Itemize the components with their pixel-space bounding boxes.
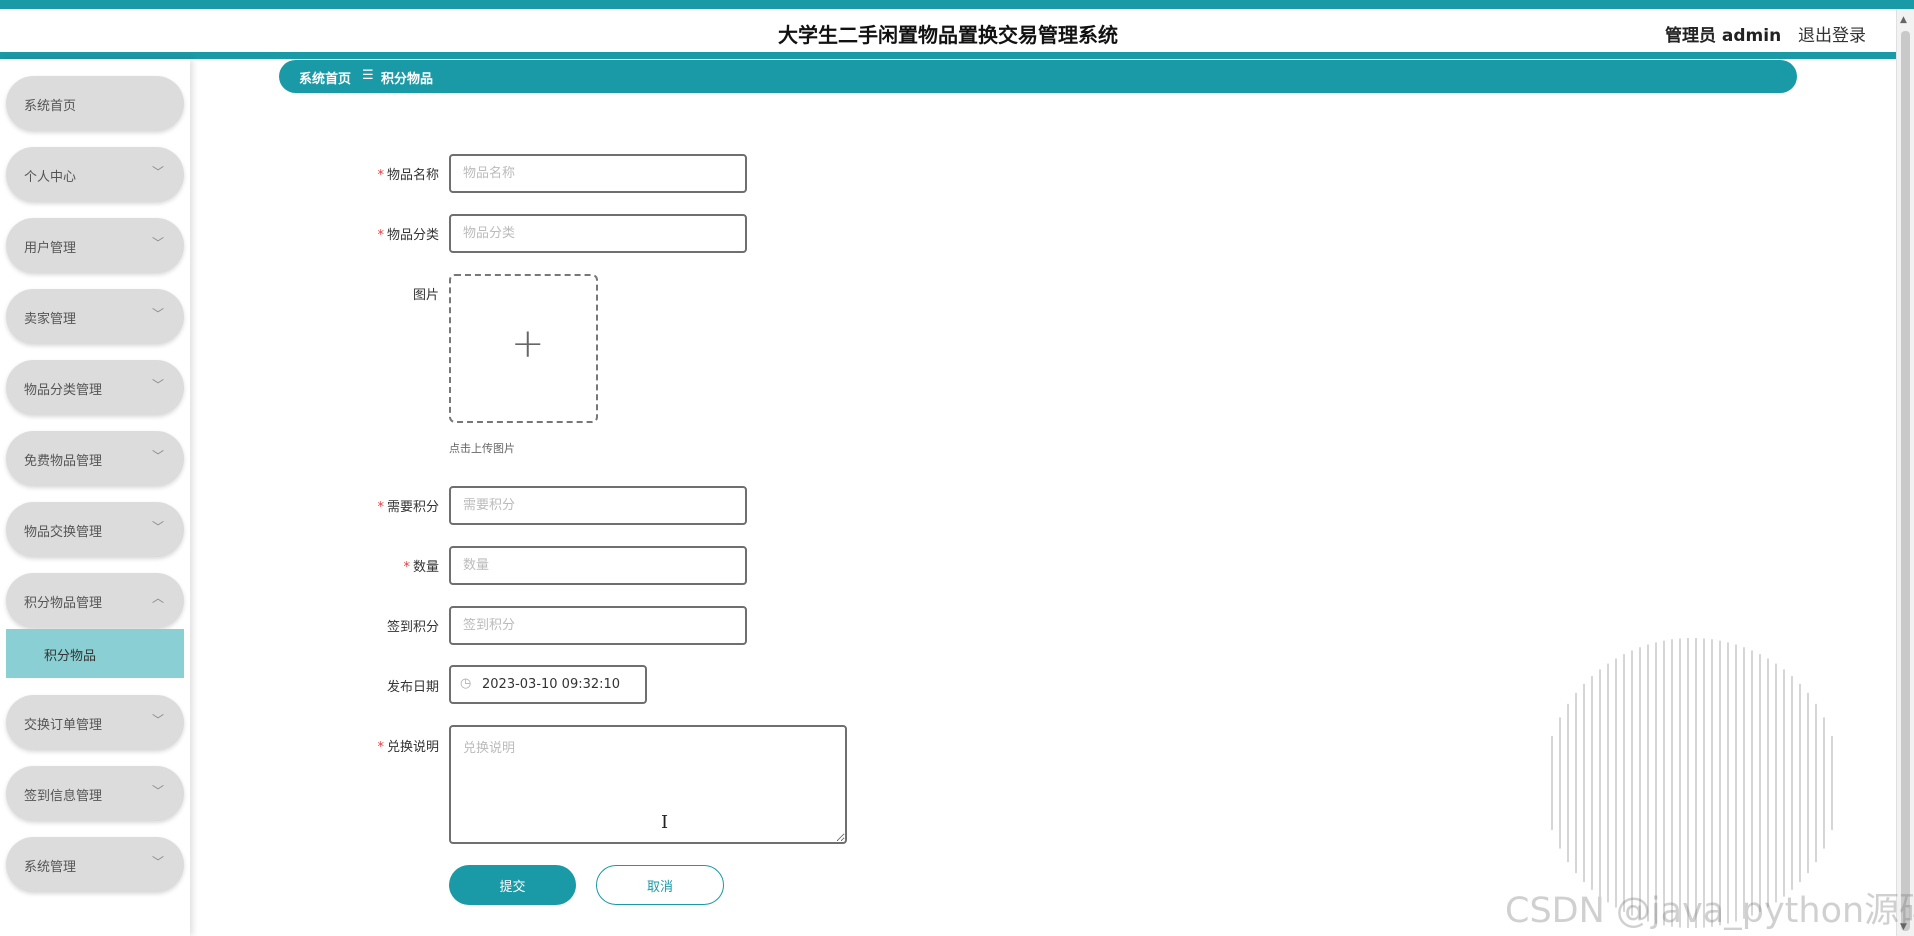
- image-upload-box[interactable]: +: [449, 274, 598, 423]
- sidebar-item-category-management[interactable]: 物品分类管理 ﹀: [6, 360, 184, 415]
- chevron-down-icon: ﹀: [151, 855, 164, 869]
- sidebar-item-points-items[interactable]: 积分物品管理 ︿: [6, 573, 184, 628]
- menu-separator-icon: ☰: [362, 68, 374, 83]
- checkin-points-label: 签到积分: [386, 620, 439, 635]
- sidebar-subitem-label: 积分物品: [44, 649, 97, 664]
- category-input[interactable]: [449, 214, 747, 253]
- chevron-down-icon: ﹀: [151, 449, 164, 463]
- category-label: * 物品分类: [377, 228, 439, 243]
- text-cursor-icon: I: [661, 812, 669, 833]
- submit-button[interactable]: 提交: [449, 865, 576, 905]
- image-label: 图片: [412, 288, 439, 303]
- description-label: * 兑换说明: [377, 740, 439, 755]
- sidebar-item-label: 免费物品管理: [24, 454, 103, 469]
- sidebar-item-checkin-management[interactable]: 签到信息管理 ﹀: [6, 766, 184, 821]
- scrollbar-thumb[interactable]: [1901, 31, 1910, 931]
- sidebar-item-label: 签到信息管理: [24, 789, 103, 804]
- logout-link[interactable]: 退出登录: [1798, 21, 1866, 46]
- clock-icon: ◷: [460, 676, 472, 691]
- sidebar-item-personal-center[interactable]: 个人中心 ﹀: [6, 147, 184, 202]
- publish-date-label: 发布日期: [386, 680, 439, 695]
- breadcrumb-home[interactable]: 系统首页: [299, 68, 351, 87]
- chevron-up-icon: ︿: [151, 591, 164, 605]
- scroll-up-icon[interactable]: ▲: [1900, 15, 1907, 25]
- quantity-label: * 数量: [403, 560, 439, 575]
- page-scrollbar[interactable]: ▲ ▼: [1896, 9, 1914, 936]
- sidebar-item-seller-management[interactable]: 卖家管理 ﹀: [6, 289, 184, 344]
- plus-icon: +: [511, 321, 545, 367]
- breadcrumb: 系统首页 ☰ 积分物品: [279, 60, 1797, 93]
- points-input[interactable]: [449, 486, 747, 525]
- publish-date-value: 2023-03-10 09:32:10: [482, 677, 621, 692]
- chevron-down-icon: ﹀: [151, 713, 164, 727]
- chevron-down-icon: ﹀: [151, 236, 164, 250]
- chevron-down-icon: ﹀: [151, 378, 164, 392]
- points-label: * 需要积分: [377, 500, 439, 515]
- sidebar-subitem-points-goods[interactable]: 积分物品: [6, 629, 184, 678]
- sidebar-item-label: 系统首页: [24, 99, 77, 114]
- current-user: 管理员 admin: [1665, 26, 1782, 46]
- name-input[interactable]: [449, 154, 747, 193]
- sidebar-item-label: 系统管理: [24, 860, 77, 875]
- sidebar-item-label: 用户管理: [24, 241, 77, 256]
- sidebar: 系统首页 个人中心 ﹀ 用户管理 ﹀ 卖家管理 ﹀ 物品分类管理 ﹀ 免费物品管…: [0, 59, 190, 936]
- sidebar-item-label: 交换订单管理: [24, 718, 103, 733]
- sidebar-item-label: 物品分类管理: [24, 383, 103, 398]
- quantity-input[interactable]: [449, 546, 747, 585]
- sidebar-item-system-management[interactable]: 系统管理 ﹀: [6, 837, 184, 892]
- sidebar-item-free-items[interactable]: 免费物品管理 ﹀: [6, 431, 184, 486]
- sidebar-item-exchange-orders[interactable]: 交换订单管理 ﹀: [6, 695, 184, 750]
- checkin-points-input[interactable]: [449, 606, 747, 645]
- sidebar-item-label: 积分物品管理: [24, 596, 103, 611]
- sidebar-item-label: 个人中心: [24, 170, 77, 185]
- app-title: 大学生二手闲置物品置换交易管理系统: [778, 23, 1118, 47]
- name-label: * 物品名称: [377, 168, 439, 183]
- breadcrumb-current: 积分物品: [381, 72, 434, 87]
- chevron-down-icon: ﹀: [151, 784, 164, 798]
- header: 大学生二手闲置物品置换交易管理系统 管理员 admin 退出登录: [0, 9, 1896, 59]
- chevron-down-icon: ﹀: [151, 165, 164, 179]
- cancel-button[interactable]: 取消: [596, 865, 724, 905]
- publish-date-picker[interactable]: ◷ 2023-03-10 09:32:10: [449, 665, 647, 704]
- watermark: CSDN @java_python源码: [1505, 891, 1914, 931]
- sidebar-item-label: 卖家管理: [24, 312, 77, 327]
- sidebar-item-label: 物品交换管理: [24, 525, 103, 540]
- sidebar-item-home[interactable]: 系统首页: [6, 76, 184, 131]
- chevron-down-icon: ﹀: [151, 520, 164, 534]
- top-accent-bar: [0, 0, 1914, 9]
- sidebar-item-exchange-items[interactable]: 物品交换管理 ﹀: [6, 502, 184, 557]
- sidebar-item-user-management[interactable]: 用户管理 ﹀: [6, 218, 184, 273]
- chevron-down-icon: ﹀: [151, 307, 164, 321]
- upload-hint: 点击上传图片: [449, 442, 515, 455]
- description-textarea[interactable]: [449, 725, 847, 844]
